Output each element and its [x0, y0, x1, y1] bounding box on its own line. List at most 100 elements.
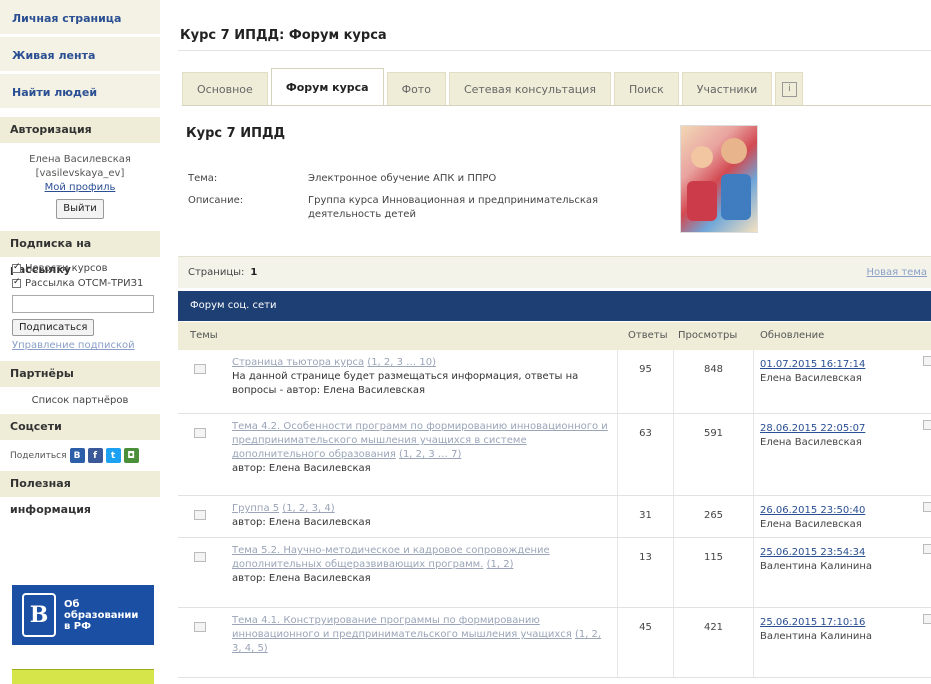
tab-main[interactable]: Основное: [182, 72, 268, 106]
topic-text: Тема 4.1. Конструирование программы по ф…: [232, 614, 612, 656]
topic-link[interactable]: Группа 5: [232, 503, 279, 514]
tab-members[interactable]: Участники: [681, 72, 773, 106]
table-row: Тема 5.2. Научно-методическое и кадровое…: [178, 538, 931, 608]
topic-pages[interactable]: (1, 2, 3, 4): [282, 503, 334, 514]
topic-description: На данной странице будет размещаться инф…: [232, 371, 579, 396]
info-icon: i: [781, 82, 797, 97]
tab-divider: [182, 105, 931, 106]
topic-icon: [194, 510, 206, 520]
row-edge-icon: [923, 420, 931, 430]
nav-personal-page[interactable]: Личная страница: [0, 0, 160, 37]
facebook-icon[interactable]: f: [87, 448, 103, 463]
description-value: Группа курса Инновационная и предпринима…: [308, 195, 599, 220]
col-updated: Обновление: [760, 330, 825, 341]
views-count: 848: [674, 350, 754, 413]
update-user: Елена Василевская: [760, 437, 862, 448]
topic-text: Группа 5 (1, 2, 3, 4) автор: Елена Васил…: [232, 502, 612, 530]
tab-consultation[interactable]: Сетевая консультация: [448, 72, 611, 106]
table-row: Тема 4.1. Конструирование программы по ф…: [178, 608, 931, 678]
subscription-checkbox[interactable]: [12, 262, 21, 273]
update-date-link[interactable]: 28.06.2015 22:05:07: [760, 423, 865, 434]
last-update: 01.07.2015 16:17:14 Елена Василевская: [760, 358, 865, 386]
topic-pages[interactable]: (1, 2): [487, 559, 514, 570]
table-row: Страница тьютора курса (1, 2, 3 … 10) На…: [178, 350, 931, 414]
update-date-link[interactable]: 26.06.2015 23:50:40: [760, 505, 865, 516]
social-heading: Соцсети: [0, 414, 160, 440]
bookmark-icon[interactable]: B: [69, 448, 85, 463]
subscription-checkbox[interactable]: [12, 277, 21, 288]
last-update: 26.06.2015 23:50:40 Елена Василевская: [760, 504, 865, 532]
tab-photo[interactable]: Фото: [386, 72, 446, 106]
nav-live-feed[interactable]: Живая лента: [0, 37, 160, 74]
answers-count: 31: [618, 496, 674, 537]
table-row: Группа 5 (1, 2, 3, 4) автор: Елена Васил…: [178, 496, 931, 538]
update-user: Елена Василевская: [760, 373, 862, 384]
photo-shape: [721, 138, 747, 164]
row-edge-icon: [923, 502, 931, 512]
twitter-icon[interactable]: t: [105, 448, 121, 463]
tab-search[interactable]: Поиск: [613, 72, 679, 106]
update-date-link[interactable]: 25.06.2015 23:54:34: [760, 547, 865, 558]
topic-icon: [194, 364, 206, 374]
logout-button[interactable]: Выйти: [56, 199, 104, 219]
secondary-banner[interactable]: [12, 669, 154, 684]
course-photo: [680, 125, 758, 233]
nav-find-people[interactable]: Найти людей: [0, 74, 160, 111]
auth-block: Елена Василевская [vasilevskaya_ev] Мой …: [0, 143, 160, 225]
tab-forum[interactable]: Форум курса: [270, 68, 384, 106]
photo-shape: [721, 174, 751, 220]
views-count: 591: [674, 414, 754, 495]
row-edge-icon: [923, 544, 931, 554]
course-theme: Тема: Электронное обучение АПК и ППРО: [188, 172, 628, 186]
page-title: Курс 7 ИПДД: Форум курса: [180, 28, 387, 43]
education-banner[interactable]: В Об образовании в РФ: [12, 585, 154, 645]
views-count: 421: [674, 608, 754, 677]
photo-shape: [687, 181, 717, 221]
course-title: Курс 7 ИПДД: [186, 126, 286, 141]
my-profile-link[interactable]: Мой профиль: [45, 182, 116, 193]
last-update: 28.06.2015 22:05:07 Елена Василевская: [760, 422, 865, 450]
topic-text: Тема 5.2. Научно-методическое и кадровое…: [232, 544, 612, 586]
topic-pages[interactable]: (1, 2, 3 … 10): [367, 357, 436, 368]
subscription-email-input[interactable]: [12, 295, 154, 313]
title-divider: [178, 50, 931, 51]
views-count: 265: [674, 496, 754, 537]
auth-heading: Авторизация: [0, 117, 160, 143]
topic-description: автор: Елена Василевская: [232, 573, 371, 584]
topic-description: автор: Елена Василевская: [232, 463, 371, 474]
col-answers: Ответы: [628, 330, 668, 341]
subscribe-button[interactable]: Подписаться: [12, 319, 95, 336]
subscription-heading: Подписка на рассылку: [0, 231, 160, 276]
topic-pages[interactable]: (1, 2, 3 … 7): [399, 449, 461, 460]
update-user: Елена Василевская: [760, 519, 862, 530]
tab-info[interactable]: i: [775, 72, 804, 106]
topic-link[interactable]: Тема 4.1. Конструирование программы по ф…: [232, 615, 572, 640]
share-bar: Поделиться B f t ◘: [0, 440, 160, 471]
theme-label: Тема:: [188, 173, 218, 184]
hse-logo-icon: В: [22, 593, 56, 637]
subscription-label: Новости курсов: [25, 263, 108, 274]
sidebar: Личная страница Живая лента Найти людей …: [0, 0, 160, 684]
partners-list-link[interactable]: Список партнёров: [0, 387, 160, 414]
update-date-link[interactable]: 25.06.2015 17:10:16: [760, 617, 865, 628]
last-update: 25.06.2015 17:10:16 Валентина Калинина: [760, 616, 872, 644]
odnoklassniki-icon[interactable]: ◘: [123, 448, 139, 463]
forum-header[interactable]: Форум соц. сети: [178, 291, 931, 321]
page-number[interactable]: 1: [250, 267, 257, 278]
views-count: 115: [674, 538, 754, 607]
pages-label: Страницы:: [188, 267, 245, 278]
manage-subscription-link[interactable]: Управление подпиской: [0, 336, 160, 355]
update-date-link[interactable]: 01.07.2015 16:17:14: [760, 359, 865, 370]
course-description: Описание: Группа курса Инновационная и пр…: [188, 194, 608, 222]
banner-line: в РФ: [64, 620, 92, 632]
topic-icon: [194, 428, 206, 438]
topic-link[interactable]: Страница тьютора курса: [232, 357, 364, 368]
useful-info-heading: Полезная информация: [0, 471, 160, 516]
update-user: Валентина Калинина: [760, 561, 873, 572]
answers-count: 13: [618, 538, 674, 607]
topic-description: автор: Елена Василевская: [232, 517, 371, 528]
row-edge-icon: [923, 614, 931, 624]
new-topic-link[interactable]: Новая тема: [866, 267, 927, 278]
banner-line: Об: [64, 598, 80, 610]
topic-text: Страница тьютора курса (1, 2, 3 … 10) На…: [232, 356, 612, 398]
